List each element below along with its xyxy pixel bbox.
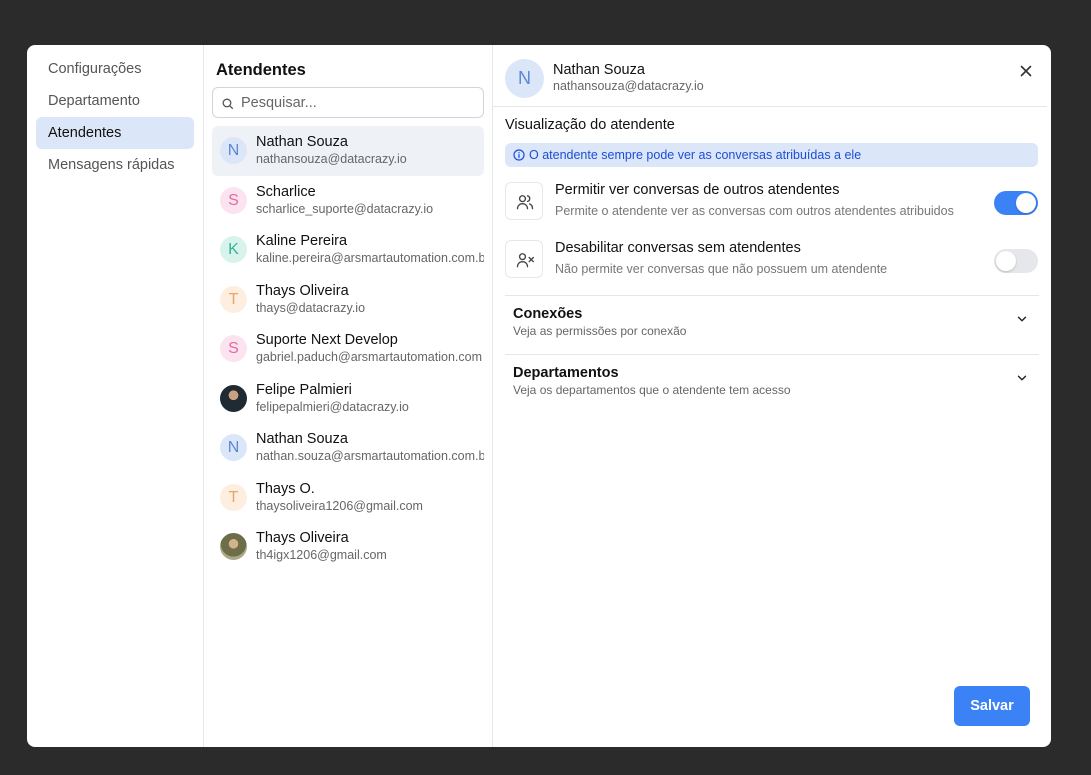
attendant-row[interactable]: Felipe Palmieri felipepalmieri@datacrazy…: [212, 374, 484, 424]
nav-item-departamento[interactable]: Departamento: [36, 85, 194, 117]
attendant-email: nathan.souza@arsmartautomation.com.br: [256, 449, 484, 463]
search-input[interactable]: [241, 88, 479, 117]
attendant-row[interactable]: T Thays Oliveira thays@datacrazy.io: [212, 275, 484, 325]
attendant-name: Nathan Souza: [256, 134, 348, 150]
search-box: [212, 87, 484, 118]
detail-name: Nathan Souza: [553, 62, 645, 78]
toggle-switch[interactable]: [994, 249, 1038, 273]
permission-row: Permitir ver conversas de outros atenden…: [505, 182, 1039, 222]
users-icon: [516, 195, 534, 210]
attendant-name: Kaline Pereira: [256, 233, 348, 249]
attendant-row[interactable]: K Kaline Pereira kaline.pereira@arsmarta…: [212, 225, 484, 275]
toggle-switch[interactable]: [994, 191, 1038, 215]
accordion-conexoes[interactable]: Conexões Veja as permissões por conexão: [505, 295, 1039, 354]
attendant-email: felipepalmieri@datacrazy.io: [256, 399, 409, 414]
attendant-row[interactable]: Thays Oliveira th4igx1206@gmail.com: [212, 522, 484, 572]
detail-email: nathansouza@datacrazy.io: [553, 79, 704, 93]
permission-description: Não permite ver conversas que não possue…: [555, 262, 888, 276]
attendant-email: th4igx1206@gmail.com: [256, 548, 387, 562]
chevron-down-icon: [1017, 375, 1027, 381]
accordion-subtitle: Veja os departamentos que o atendente te…: [513, 383, 791, 397]
close-icon[interactable]: [1017, 62, 1035, 80]
attendants-modal: Configurações Departamento Atendentes Me…: [27, 45, 1051, 747]
avatar-photo: [220, 384, 247, 412]
avatar: S: [220, 335, 247, 362]
attendant-row[interactable]: S Scharlice scharlice_suporte@datacrazy.…: [212, 176, 484, 226]
settings-nav: Configurações Departamento Atendentes Me…: [27, 45, 204, 747]
attendant-name: Thays Oliveira: [256, 530, 349, 546]
avatar: N: [220, 434, 247, 461]
detail-header: N Nathan Souza nathansouza@datacrazy.io: [493, 45, 1047, 107]
info-banner: O atendente sempre pode ver as conversas…: [505, 143, 1038, 167]
permission-title: Desabilitar conversas sem atendentes: [555, 240, 801, 256]
search-icon: [222, 98, 234, 110]
attendant-detail-panel: N Nathan Souza nathansouza@datacrazy.io …: [493, 45, 1051, 747]
avatar: T: [220, 483, 247, 511]
nav-item-mensagens-rapidas[interactable]: Mensagens rápidas: [36, 149, 194, 181]
attendant-email: scharlice_suporte@datacrazy.io: [256, 201, 434, 216]
permission-icon-box: [505, 240, 543, 278]
attendant-email: gabriel.paduch@arsmartautomation.com: [256, 350, 482, 364]
toggle-knob: [996, 251, 1016, 271]
accordion-departamentos[interactable]: Departamentos Veja os departamentos que …: [505, 354, 1039, 413]
accordion-subtitle: Veja as permissões por conexão: [513, 324, 687, 338]
avatar: T: [220, 285, 247, 313]
avatar: S: [220, 186, 247, 214]
attendant-email: thays@datacrazy.io: [256, 300, 366, 315]
avatar: K: [220, 236, 247, 263]
avatar: N: [505, 59, 544, 98]
attendant-email: nathansouza@datacrazy.io: [256, 152, 407, 166]
avatar-photo: [220, 533, 247, 560]
info-icon: [513, 149, 525, 161]
toggle-knob: [1016, 193, 1036, 213]
attendant-row[interactable]: S Suporte Next Develop gabriel.paduch@ar…: [212, 324, 484, 374]
attendant-name: Felipe Palmieri: [256, 381, 352, 398]
attendant-row[interactable]: N Nathan Souza nathan.souza@arsmartautom…: [212, 423, 484, 473]
permission-icon-box: [505, 182, 543, 220]
attendant-email: thaysoliveira1206@gmail.com: [256, 498, 423, 513]
user-x-icon: [516, 253, 534, 268]
save-button[interactable]: Salvar: [954, 686, 1030, 726]
section-title: Visualização do atendente: [505, 117, 675, 133]
attendant-name: Suporte Next Develop: [256, 332, 398, 348]
nav-item-configuracoes[interactable]: Configurações: [36, 53, 194, 85]
accordion-title: Departamentos: [513, 365, 619, 381]
accordion-title: Conexões: [513, 306, 583, 322]
avatar: N: [220, 137, 247, 164]
attendants-rows: N Nathan Souza nathansouza@datacrazy.io …: [212, 126, 484, 572]
attendant-name: Thays O.: [256, 480, 315, 497]
attendant-name: Nathan Souza: [256, 431, 348, 447]
attendant-email: kaline.pereira@arsmartautomation.com.br: [256, 251, 484, 265]
permission-description: Permite o atendente ver as conversas com…: [555, 204, 954, 218]
nav-item-atendentes[interactable]: Atendentes: [36, 117, 194, 149]
info-text: O atendente sempre pode ver as conversas…: [529, 148, 862, 162]
permission-title: Permitir ver conversas de outros atenden…: [555, 182, 840, 198]
attendant-name: Thays Oliveira: [256, 282, 349, 299]
attendant-name: Scharlice: [256, 183, 316, 200]
permission-row: Desabilitar conversas sem atendentes Não…: [505, 240, 1039, 280]
attendant-row[interactable]: T Thays O. thaysoliveira1206@gmail.com: [212, 473, 484, 523]
attendants-list-panel: Atendentes N Nathan Souza nathansouza@da…: [204, 45, 493, 747]
chevron-down-icon: [1017, 316, 1027, 322]
attendant-row[interactable]: N Nathan Souza nathansouza@datacrazy.io: [212, 126, 484, 176]
attendants-title: Atendentes: [216, 61, 306, 79]
